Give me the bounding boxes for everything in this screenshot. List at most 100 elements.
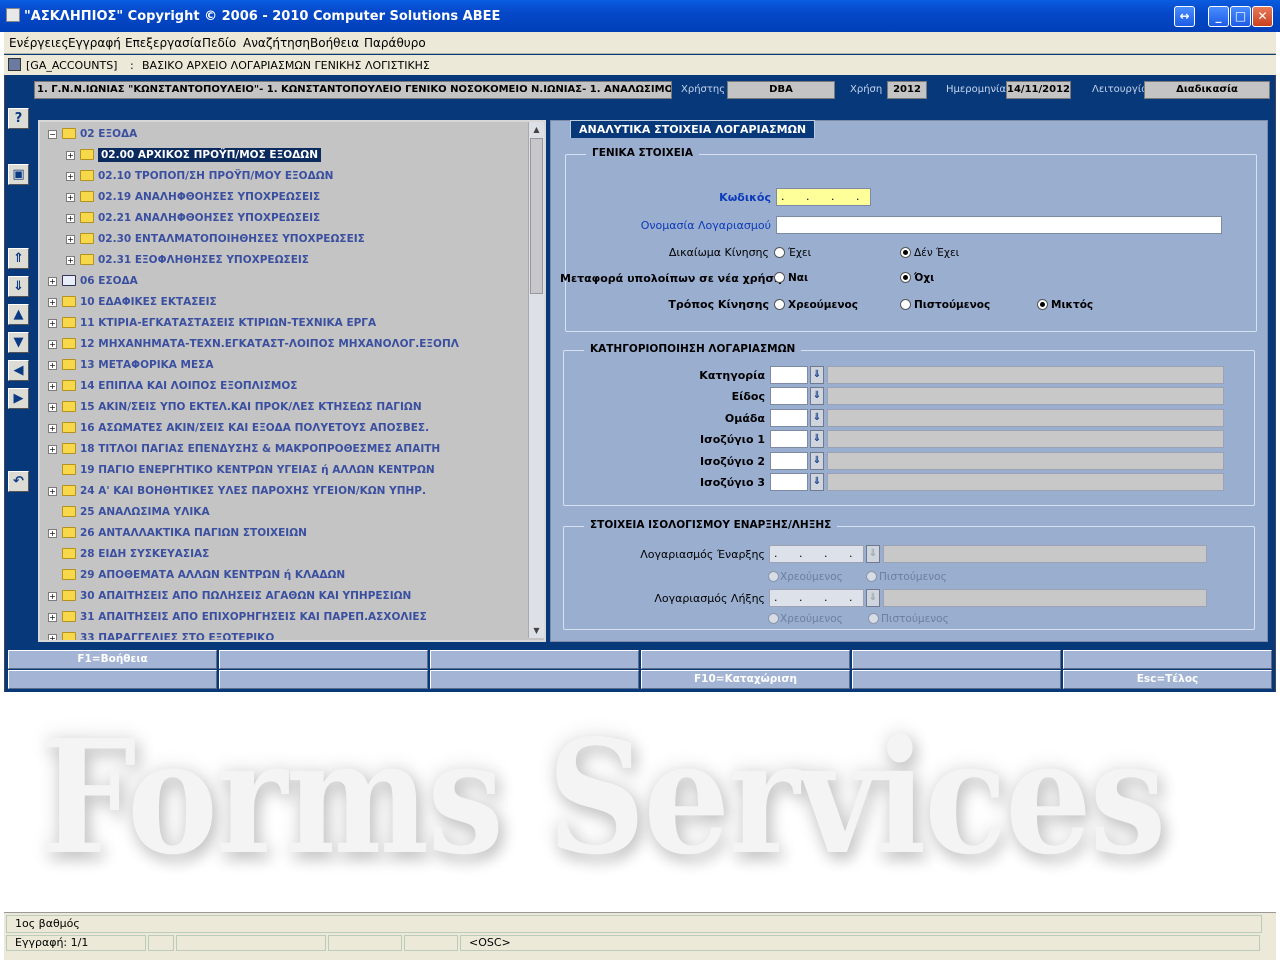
fkey-f1-button[interactable]: F1=Βοήθεια (8, 650, 217, 669)
expand-icon[interactable]: + (48, 529, 57, 538)
expand-icon[interactable]: + (48, 424, 57, 433)
save-icon[interactable]: ▣ (8, 164, 29, 185)
tree-item-label: 31 ΑΠΑΙΤΗΣΕΙΣ ΑΠΟ ΕΠΙΧΟΡΗΓΗΣΕΙΣ ΚΑΙ ΠΑΡΕ… (80, 611, 427, 623)
code-input[interactable]: . . . . (776, 188, 871, 206)
expand-icon[interactable]: + (48, 361, 57, 370)
user-label: Χρήστης (681, 84, 726, 95)
category-code-input[interactable] (770, 430, 808, 449)
type-mixed-radio[interactable] (1037, 299, 1048, 310)
open-account-input[interactable]: . . . . (769, 545, 864, 563)
undo-icon[interactable]: ↶ (8, 471, 29, 492)
window-title: "ΑΣΚΛΗΠΙΟΣ" Copyright © 2006 - 2010 Comp… (24, 9, 501, 24)
previous-page-icon[interactable]: ▲ (8, 304, 29, 325)
close-account-input[interactable]: . . . . (769, 589, 864, 607)
lov-down-icon[interactable]: ⇓ (810, 408, 824, 427)
expand-icon[interactable]: + (48, 298, 57, 307)
expand-icon[interactable]: + (48, 613, 57, 622)
record-count: Εγγραφή: 1/1 (6, 935, 146, 951)
minimize-button[interactable]: _ (1208, 6, 1229, 27)
osc-indicator: <OSC> (460, 935, 1260, 951)
folder-icon (80, 170, 94, 181)
menu-field[interactable]: Πεδίο (202, 36, 236, 50)
close-credit-radio[interactable] (868, 613, 879, 624)
fkey-empty-button[interactable] (1063, 650, 1272, 669)
first-record-icon[interactable]: ⇑ (8, 248, 29, 269)
collapse-icon[interactable]: − (48, 130, 57, 139)
open-account-mask: . . . . (774, 547, 862, 560)
expand-icon[interactable]: + (48, 277, 57, 286)
lov-down-icon[interactable]: ⇓ (810, 387, 824, 406)
restore-extra-icon[interactable]: ↔ (1174, 6, 1195, 27)
help-icon[interactable]: ? (8, 108, 29, 129)
expand-icon[interactable]: + (48, 340, 57, 349)
expand-icon[interactable]: + (66, 235, 75, 244)
fkey-empty-button[interactable] (852, 670, 1061, 689)
expand-icon[interactable]: + (48, 592, 57, 601)
expand-icon[interactable]: + (48, 319, 57, 328)
menu-edit[interactable]: Επεξεργασία (125, 36, 202, 50)
expand-icon[interactable]: + (66, 214, 75, 223)
fkey-empty-button[interactable] (852, 650, 1061, 669)
open-credit-radio[interactable] (866, 571, 877, 582)
carry-yes-radio[interactable] (774, 272, 785, 283)
fkey-empty-button[interactable] (641, 650, 850, 669)
lov-down-icon[interactable]: ⇓ (810, 430, 824, 449)
menu-actions[interactable]: Ενέργειες (9, 36, 69, 50)
next-record-icon[interactable]: ⇓ (8, 276, 29, 297)
menu-help[interactable]: Βοήθεια (310, 36, 359, 50)
fkey-empty-button[interactable] (219, 650, 428, 669)
expand-icon[interactable]: + (66, 172, 75, 181)
account-tree[interactable]: − 02 ΕΞΟΔΑ +02.00 ΑΡΧΙΚΟΣ ΠΡΟΫΠ/ΜΟΣ ΕΞΟΔΩΝ… (38, 120, 546, 642)
next-page-icon[interactable]: ▼ (8, 332, 29, 353)
category-code-input[interactable] (770, 408, 808, 427)
tree-item-label: 12 ΜΗΧΑΝΗΜΑΤΑ-ΤΕΧΝ.ΕΓΚΑΤΑΣΤ-ΛΟΙΠΟΣ ΜΗΧΑΝ… (80, 338, 459, 350)
open-account-desc (883, 545, 1207, 563)
category-desc-field (827, 430, 1224, 449)
open-account-lov-icon[interactable]: ⇓ (866, 545, 880, 563)
expand-icon[interactable]: + (48, 634, 57, 640)
lov-down-icon[interactable]: ⇓ (810, 451, 824, 470)
fkey-esc-button[interactable]: Esc=Τέλος (1063, 670, 1272, 689)
type-credit-radio[interactable] (900, 299, 911, 310)
tree-item-label: 11 ΚΤΙΡΙΑ-ΕΓΚΑΤΑΣΤΑΣΕΙΣ ΚΤΙΡΙΩΝ-ΤΕΧΝΙΚΑ … (80, 317, 377, 329)
menu-search[interactable]: Αναζήτηση (243, 36, 310, 50)
forward-icon[interactable]: ▶ (8, 388, 29, 409)
maximize-button[interactable]: □ (1230, 6, 1251, 27)
back-icon[interactable]: ◀ (8, 360, 29, 381)
carry-no-radio[interactable] (900, 272, 911, 283)
scroll-thumb[interactable] (530, 138, 543, 294)
close-button[interactable]: ✕ (1252, 6, 1273, 27)
move-has-radio[interactable] (774, 247, 785, 258)
close-account-label: Λογαριασμός Λήξης (654, 592, 765, 605)
tree-scrollbar[interactable]: ▲ ▼ (528, 122, 544, 638)
expand-icon[interactable]: + (48, 382, 57, 391)
expand-icon[interactable]: + (48, 487, 57, 496)
close-debit-radio[interactable] (768, 613, 779, 624)
close-account-lov-icon[interactable]: ⇓ (866, 589, 880, 607)
category-code-input[interactable] (770, 387, 808, 406)
expand-icon[interactable]: + (48, 403, 57, 412)
open-debit-radio[interactable] (768, 571, 779, 582)
name-input[interactable] (776, 216, 1222, 234)
move-none-radio[interactable] (900, 247, 911, 258)
lov-down-icon[interactable]: ⇓ (810, 366, 824, 384)
expand-icon[interactable]: + (66, 193, 75, 202)
status-message: 1ος βαθμός (6, 915, 1262, 933)
category-code-input[interactable] (770, 451, 808, 470)
form-header: [GA_ACCOUNTS] : ΒΑΣΙΚΟ ΑΡΧΕΙΟ ΛΟΓΑΡΙΑΣΜΩ… (4, 55, 1276, 75)
tab-account-details[interactable]: ΑΝΑΛΥΤΙΚΑ ΣΤΟΙΧΕΙΑ ΛΟΓΑΡΙΑΣΜΩΝ (570, 120, 816, 138)
expand-icon[interactable]: + (48, 445, 57, 454)
scroll-up-icon[interactable]: ▲ (529, 122, 544, 137)
expand-icon[interactable]: + (66, 151, 75, 160)
balance-title: ΣΤΟΙΧΕΙΑ ΙΣΟΛΟΓΙΣΜΟΥ ΕΝΑΡΞΗΣ/ΛΗΞΗΣ (584, 519, 838, 531)
category-code-input[interactable] (770, 473, 808, 491)
scroll-down-icon[interactable]: ▼ (529, 623, 544, 638)
lov-down-icon[interactable]: ⇓ (810, 473, 824, 491)
menu-record[interactable]: Εγγραφή (68, 36, 121, 50)
type-debit-radio[interactable] (774, 299, 785, 310)
tree-item-label: 02.00 ΑΡΧΙΚΟΣ ΠΡΟΫΠ/ΜΟΣ ΕΞΟΔΩΝ (98, 148, 321, 162)
category-code-input[interactable] (770, 366, 808, 384)
expand-icon[interactable]: + (66, 256, 75, 265)
fkey-empty-button[interactable] (430, 650, 639, 669)
menu-window[interactable]: Παράθυρο (364, 36, 426, 50)
